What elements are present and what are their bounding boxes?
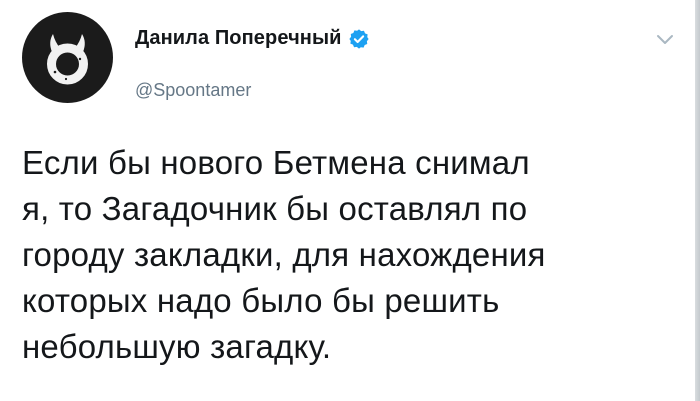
display-name[interactable]: Данила Поперечный	[135, 27, 342, 50]
verified-badge-icon	[348, 28, 370, 50]
tweet-card: Данила Поперечный @Spoontamer Если бы но…	[0, 0, 700, 401]
avatar[interactable]	[22, 12, 113, 103]
author-line: Данила Поперечный	[135, 27, 370, 50]
tweet-text: Если бы нового Бетмена снимал я, то Зага…	[22, 144, 546, 365]
scrollbar[interactable]	[695, 0, 700, 401]
user-handle[interactable]: @Spoontamer	[135, 80, 251, 101]
avatar-logo-icon	[47, 34, 88, 85]
chevron-down-icon[interactable]	[656, 33, 674, 45]
